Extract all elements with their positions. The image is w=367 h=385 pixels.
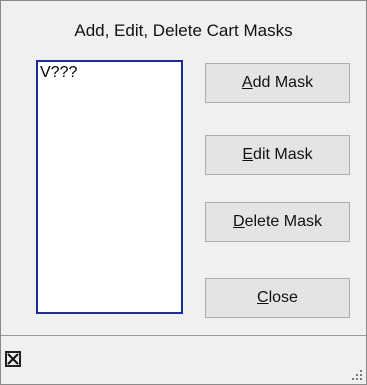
edit-mask-button[interactable]: Edit Mask (205, 135, 350, 175)
add-mask-label: dd Mask (252, 74, 314, 91)
list-item[interactable]: V??? (38, 62, 181, 81)
delete-mask-button[interactable]: Delete Mask (205, 202, 350, 242)
status-bar (1, 335, 366, 384)
mask-listbox[interactable]: V??? (36, 60, 183, 314)
edit-mask-mnemonic: E (242, 146, 254, 163)
cart-masks-dialog: Add, Edit, Delete Cart Masks V??? Add Ma… (0, 0, 367, 385)
dialog-title: Add, Edit, Delete Cart Masks (74, 21, 293, 40)
close-button[interactable]: Close (205, 278, 350, 318)
delete-mask-label: elete Mask (244, 213, 322, 230)
edit-mask-label: dit Mask (253, 146, 313, 163)
close-label: lose (268, 289, 298, 306)
add-mask-mnemonic: A (241, 74, 253, 91)
resize-grip-icon[interactable] (349, 367, 363, 381)
add-mask-button[interactable]: Add Mask (205, 63, 350, 103)
delete-mask-mnemonic: D (233, 213, 245, 230)
close-x-glyph (7, 353, 19, 365)
close-mnemonic: C (257, 289, 269, 306)
close-x-icon[interactable] (5, 351, 21, 367)
